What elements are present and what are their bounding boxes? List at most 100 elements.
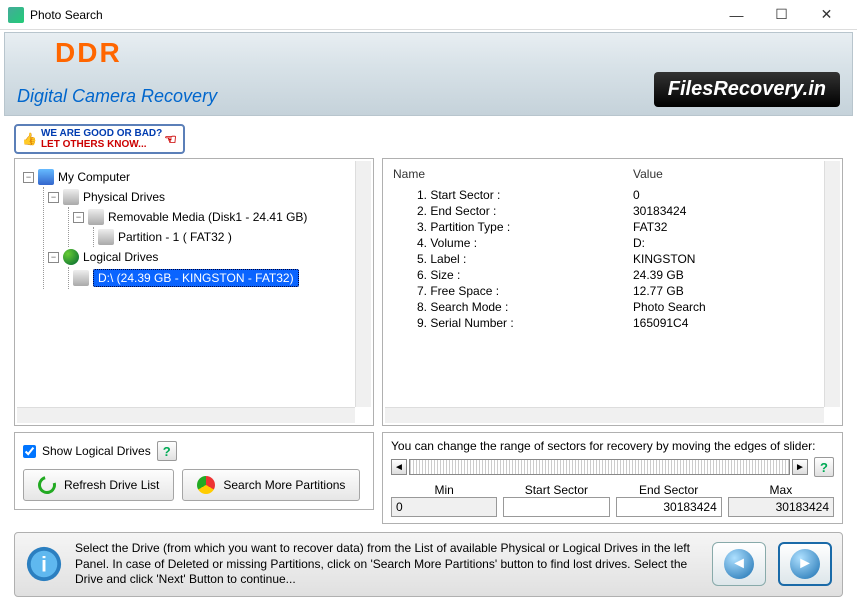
prop-value: D: xyxy=(633,236,645,250)
slider-left-arrow[interactable]: ◄ xyxy=(391,459,407,475)
vertical-scrollbar[interactable] xyxy=(824,161,840,407)
prop-value: 0 xyxy=(633,188,640,202)
maximize-button[interactable]: ☐ xyxy=(759,0,804,30)
thumb-up-icon: 👍 xyxy=(22,132,37,146)
tree-partition[interactable]: Partition - 1 ( FAT32 ) xyxy=(98,227,365,247)
footer-bar: i Select the Drive (from which you want … xyxy=(14,532,843,597)
collapse-icon[interactable]: − xyxy=(48,252,59,263)
max-label: Max xyxy=(728,483,834,497)
max-input xyxy=(728,497,834,517)
prop-name: 5. Label : xyxy=(417,252,633,266)
property-row: 2. End Sector :30183424 xyxy=(393,203,832,219)
tree-logical[interactable]: − Logical Drives xyxy=(48,247,365,267)
drive-icon xyxy=(88,209,104,225)
collapse-icon[interactable]: − xyxy=(48,192,59,203)
range-panel: You can change the range of sectors for … xyxy=(382,432,843,524)
prop-name: 4. Volume : xyxy=(417,236,633,250)
prop-value: 24.39 GB xyxy=(633,268,684,282)
tree-label: Removable Media (Disk1 - 24.41 GB) xyxy=(108,210,307,224)
vertical-scrollbar[interactable] xyxy=(355,161,371,407)
close-button[interactable]: ✕ xyxy=(804,0,849,30)
options-panel: Show Logical Drives ? Refresh Drive List… xyxy=(14,432,374,510)
show-logical-label: Show Logical Drives xyxy=(42,444,151,458)
svg-text:i: i xyxy=(41,554,47,577)
refresh-icon xyxy=(35,473,60,498)
sector-slider[interactable] xyxy=(409,459,790,475)
tree-removable[interactable]: − Removable Media (Disk1 - 24.41 GB) xyxy=(73,207,365,227)
tree-label: D:\ (24.39 GB - KINGSTON - FAT32) xyxy=(93,269,299,287)
ddr-logo: DDR xyxy=(55,37,122,69)
app-icon xyxy=(8,7,24,23)
slider-right-arrow[interactable]: ► xyxy=(792,459,808,475)
arrow-left-icon: ◄ xyxy=(724,549,754,579)
tree-selected-drive[interactable]: D:\ (24.39 GB - KINGSTON - FAT32) xyxy=(73,267,365,289)
back-button[interactable]: ◄ xyxy=(712,542,766,586)
refresh-button[interactable]: Refresh Drive List xyxy=(23,469,174,501)
col-value: Value xyxy=(633,167,663,181)
end-sector-input[interactable] xyxy=(616,497,722,517)
titlebar: Photo Search ― ☐ ✕ xyxy=(0,0,857,30)
brand-badge: FilesRecovery.in xyxy=(654,72,840,107)
prop-name: 3. Partition Type : xyxy=(417,220,633,234)
help-button[interactable]: ? xyxy=(814,457,834,477)
min-label: Min xyxy=(391,483,497,497)
property-row: 7. Free Space :12.77 GB xyxy=(393,283,832,299)
computer-icon xyxy=(38,169,54,185)
min-input xyxy=(391,497,497,517)
tree-physical[interactable]: − Physical Drives xyxy=(48,187,365,207)
property-row: 4. Volume :D: xyxy=(393,235,832,251)
prop-value: KINGSTON xyxy=(633,252,695,266)
footer-text: Select the Drive (from which you want to… xyxy=(75,541,700,588)
search-more-label: Search More Partitions xyxy=(223,478,345,492)
feedback-button[interactable]: 👍 WE ARE GOOD OR BAD? LET OTHERS KNOW...… xyxy=(14,124,185,154)
arrow-right-icon: ► xyxy=(790,549,820,579)
prop-value: Photo Search xyxy=(633,300,706,314)
refresh-label: Refresh Drive List xyxy=(64,478,159,492)
tree-root[interactable]: − My Computer xyxy=(23,167,365,187)
property-row: 6. Size :24.39 GB xyxy=(393,267,832,283)
prop-name: 9. Serial Number : xyxy=(417,316,633,330)
prop-name: 2. End Sector : xyxy=(417,204,633,218)
property-row: 5. Label :KINGSTON xyxy=(393,251,832,267)
search-more-button[interactable]: Search More Partitions xyxy=(182,469,360,501)
tree-label: Logical Drives xyxy=(83,250,158,264)
show-logical-checkbox[interactable] xyxy=(23,445,36,458)
globe-icon xyxy=(63,249,79,265)
horizontal-scrollbar[interactable] xyxy=(385,407,824,423)
drive-icon xyxy=(73,270,89,286)
prop-name: 1. Start Sector : xyxy=(417,188,633,202)
feedback-line1: WE ARE GOOD OR BAD? xyxy=(41,128,162,139)
prop-value: 12.77 GB xyxy=(633,284,684,298)
tree-label: Physical Drives xyxy=(83,190,165,204)
drive-tree[interactable]: − My Computer − Physical Drives − Remova… xyxy=(14,158,374,426)
prop-value: FAT32 xyxy=(633,220,667,234)
prop-name: 8. Search Mode : xyxy=(417,300,633,314)
properties-panel: Name Value 1. Start Sector :02. End Sect… xyxy=(382,158,843,426)
tree-label: Partition - 1 ( FAT32 ) xyxy=(118,230,232,244)
collapse-icon[interactable]: − xyxy=(73,212,84,223)
property-row: 8. Search Mode :Photo Search xyxy=(393,299,832,315)
hand-point-icon: ☜ xyxy=(164,131,177,148)
end-label: End Sector xyxy=(616,483,722,497)
property-row: 9. Serial Number :165091C4 xyxy=(393,315,832,331)
help-button[interactable]: ? xyxy=(157,441,177,461)
horizontal-scrollbar[interactable] xyxy=(17,407,355,423)
range-text: You can change the range of sectors for … xyxy=(391,439,834,453)
feedback-line2: LET OTHERS KNOW... xyxy=(41,139,147,150)
property-row: 3. Partition Type :FAT32 xyxy=(393,219,832,235)
col-name: Name xyxy=(393,167,633,181)
tree-label: My Computer xyxy=(58,170,130,184)
collapse-icon[interactable]: − xyxy=(23,172,34,183)
start-sector-input[interactable] xyxy=(503,497,609,517)
app-header: DDR Digital Camera Recovery FilesRecover… xyxy=(4,32,853,116)
header-subtitle: Digital Camera Recovery xyxy=(17,86,217,107)
prop-value: 165091C4 xyxy=(633,316,688,330)
prop-name: 7. Free Space : xyxy=(417,284,633,298)
window-title: Photo Search xyxy=(30,8,714,22)
drive-icon xyxy=(63,189,79,205)
pie-icon xyxy=(197,476,215,494)
minimize-button[interactable]: ― xyxy=(714,0,759,30)
drive-icon xyxy=(98,229,114,245)
next-button[interactable]: ► xyxy=(778,542,832,586)
prop-name: 6. Size : xyxy=(417,268,633,282)
